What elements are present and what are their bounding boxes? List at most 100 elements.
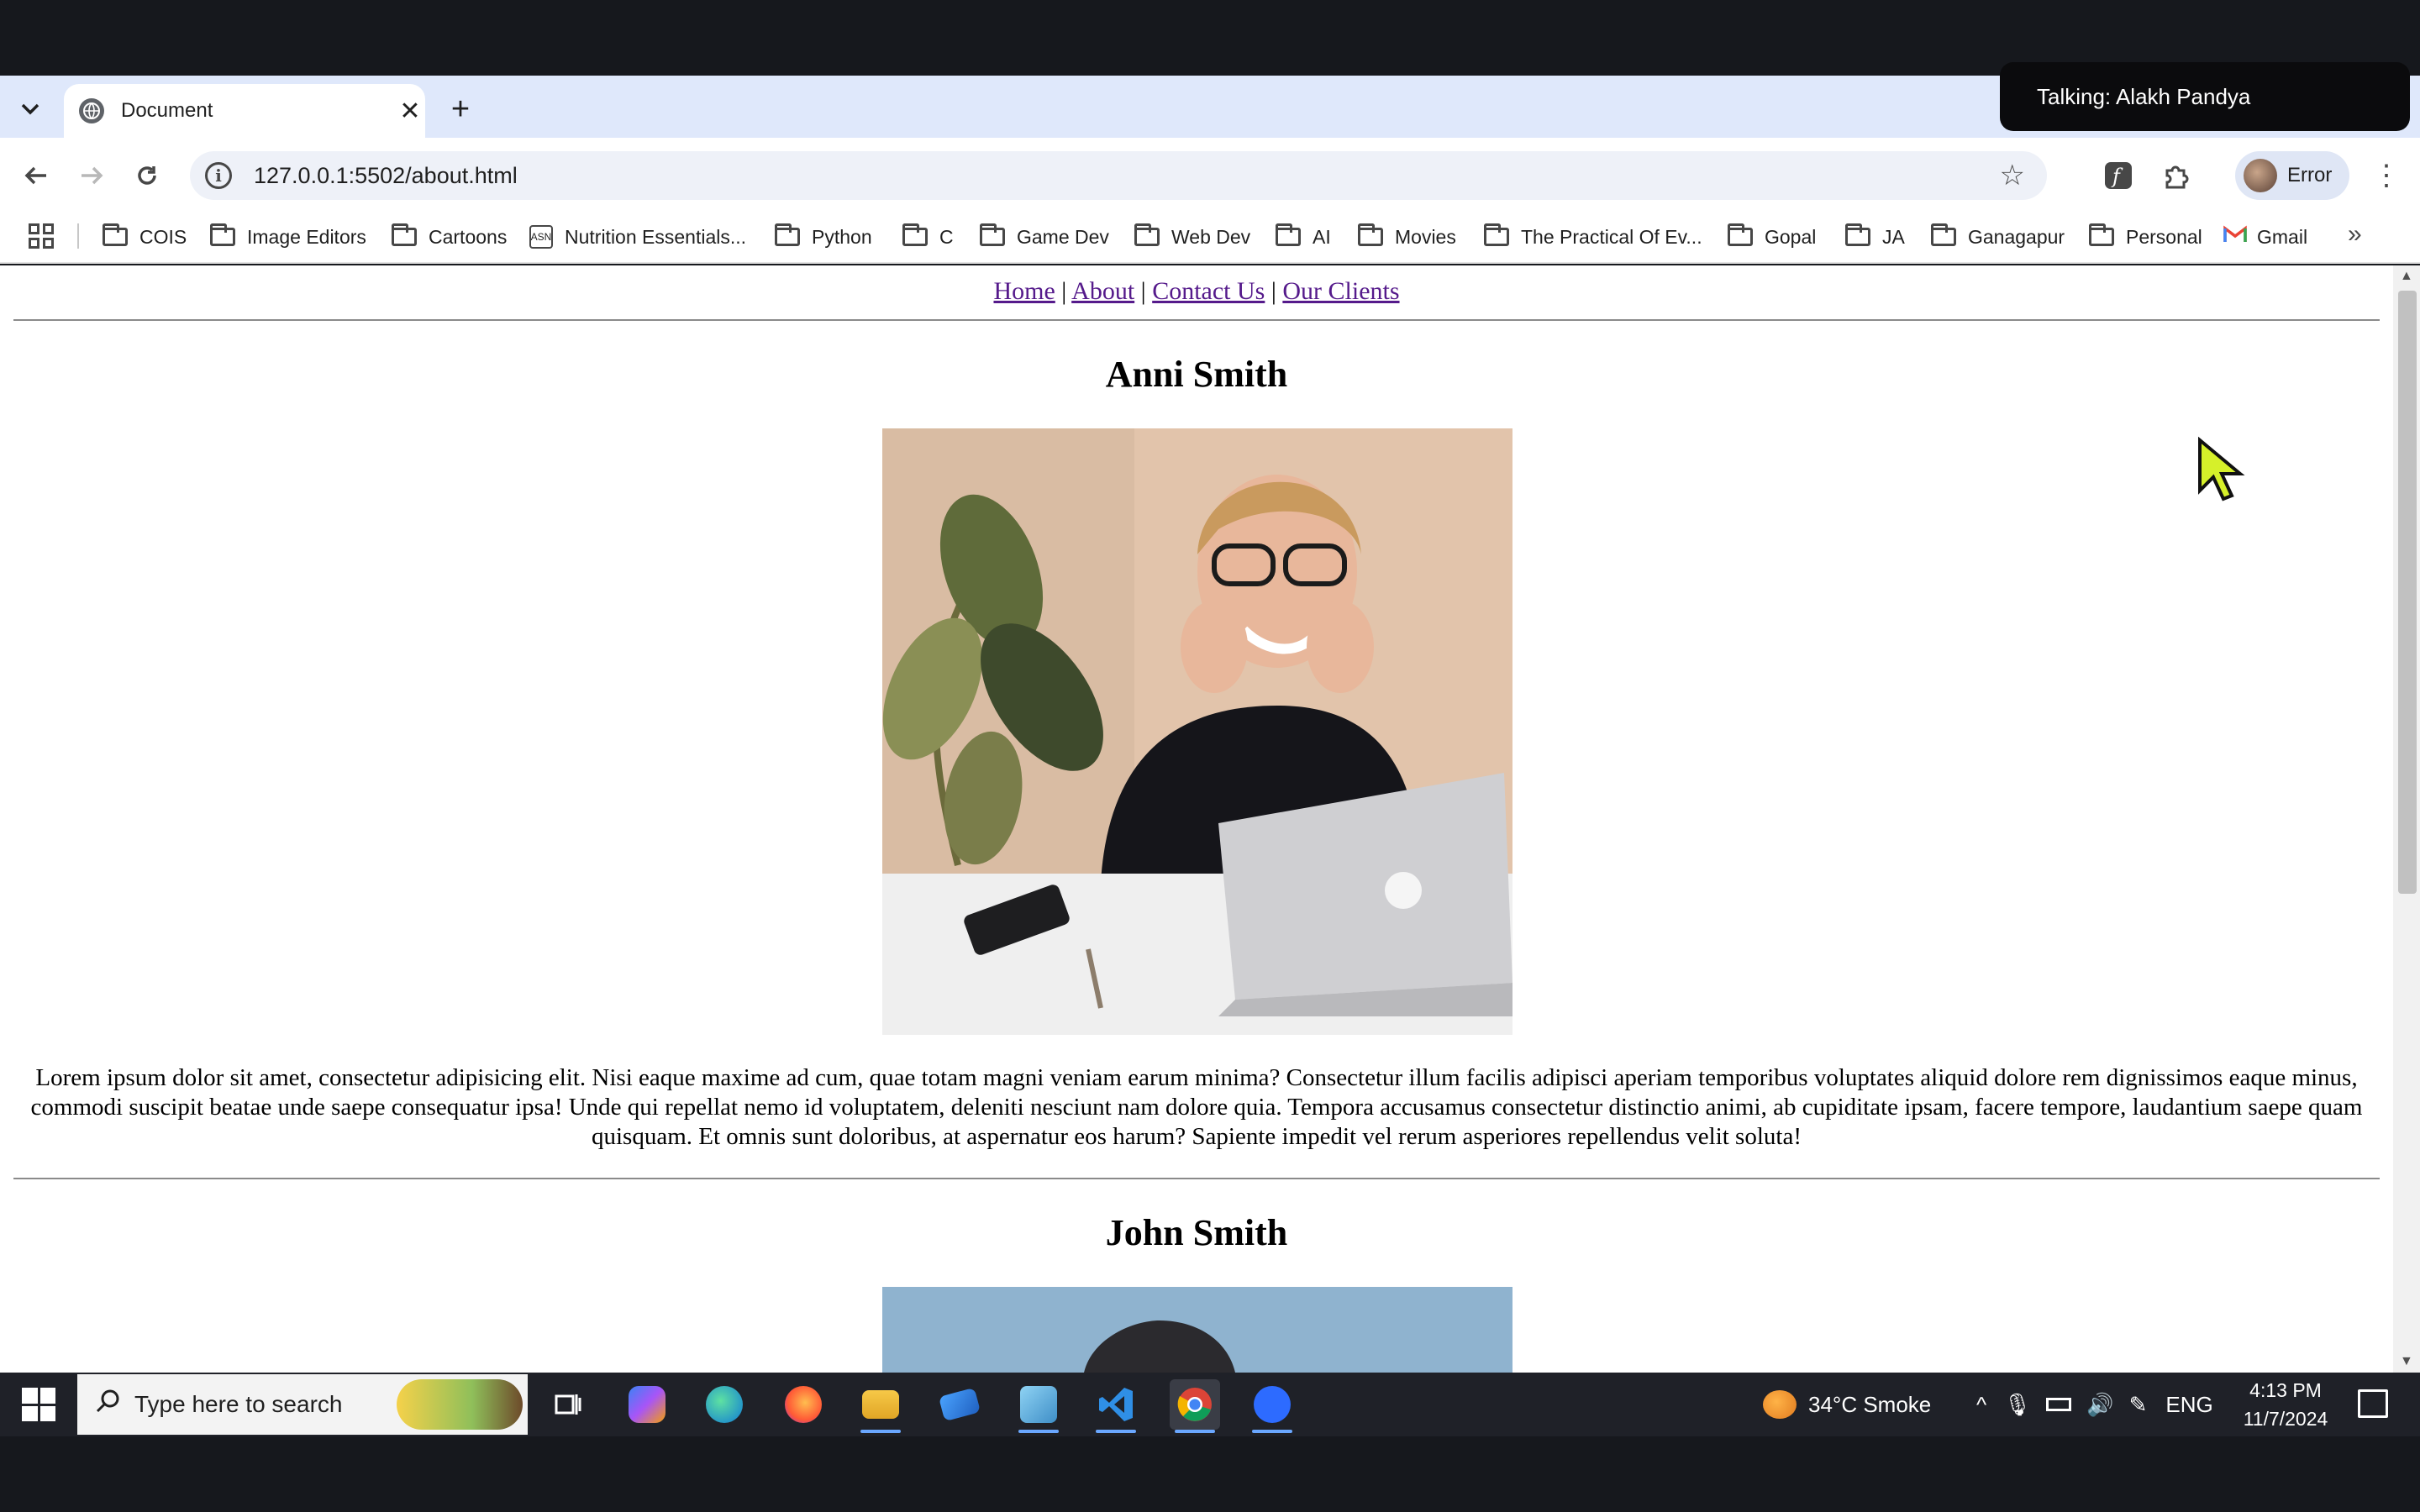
apps-grid-icon[interactable]	[29, 223, 54, 249]
folder-icon	[1276, 223, 1301, 246]
bookmark-folder[interactable]: C	[902, 220, 954, 254]
notification-center-icon[interactable]	[2358, 1389, 2388, 1418]
nav-link-home[interactable]: Home	[993, 277, 1055, 305]
bookmark-label: JA	[1882, 225, 1905, 248]
running-indicator	[1096, 1430, 1136, 1433]
person-bio: Lorem ipsum dolor sit amet, consectetur …	[30, 1064, 2363, 1150]
running-indicator	[860, 1430, 901, 1433]
folder-icon	[2089, 223, 2114, 246]
horizontal-rule	[13, 1178, 2380, 1179]
battery-icon[interactable]	[2046, 1398, 2072, 1411]
bookmark-link[interactable]: ASN Nutrition Essentials...	[529, 220, 746, 254]
file-explorer-icon[interactable]	[855, 1379, 906, 1433]
language-indicator[interactable]: ENG	[2165, 1392, 2212, 1418]
page-scrollbar[interactable]: ▲ ▼	[2393, 265, 2420, 1373]
running-indicator	[1252, 1430, 1292, 1433]
tray-overflow-chevron-icon[interactable]: ^	[1976, 1392, 1986, 1418]
copilot-icon[interactable]	[622, 1379, 672, 1430]
notepad-icon[interactable]	[1013, 1379, 1064, 1433]
bookmark-label: Web Dev	[1171, 225, 1251, 248]
back-arrow-icon[interactable]	[17, 156, 55, 195]
tab-search-chevron-icon[interactable]	[12, 94, 49, 124]
bookmark-link[interactable]: Gmail	[2223, 220, 2307, 254]
folder-icon	[103, 223, 128, 246]
horizontal-rule	[13, 319, 2380, 321]
folder-icon	[210, 223, 235, 246]
bookmark-star-icon[interactable]: ☆	[2000, 159, 2025, 192]
profile-button[interactable]: Error	[2235, 151, 2349, 200]
zoom-icon[interactable]	[1247, 1379, 1297, 1433]
bookmark-folder[interactable]: COIS	[103, 220, 187, 254]
bookmark-folder[interactable]: Game Dev	[980, 220, 1109, 254]
nav-separator: |	[1140, 277, 1146, 305]
forward-arrow-icon[interactable]	[72, 156, 111, 195]
address-bar-url[interactable]: 127.0.0.1:5502/about.html	[254, 163, 518, 189]
speaker-icon[interactable]: 🔊	[2086, 1392, 2113, 1418]
bookmark-label: Image Editors	[247, 225, 366, 248]
mouse-cursor-icon	[2198, 437, 2245, 501]
system-tray: ^ 🎙 🔊 ✎ ENG	[1976, 1386, 2213, 1423]
address-bar[interactable]: i 127.0.0.1:5502/about.html ☆	[190, 151, 2047, 200]
windows-start-icon[interactable]	[22, 1388, 55, 1421]
bookmark-label: Gopal	[1765, 225, 1817, 248]
folder-icon	[1845, 223, 1870, 246]
bookmark-label: COIS	[139, 225, 187, 248]
search-highlight-illustration	[397, 1379, 523, 1430]
folder-icon	[980, 223, 1005, 246]
firefox-icon[interactable]	[778, 1379, 829, 1430]
new-tab-plus-icon[interactable]: +	[442, 91, 479, 128]
vscode-icon[interactable]	[1091, 1379, 1141, 1433]
bookmark-folder[interactable]: Image Editors	[210, 220, 366, 254]
bookmark-label: AI	[1313, 225, 1331, 248]
bookmark-folder[interactable]: Web Dev	[1134, 220, 1250, 254]
globe-icon	[79, 98, 104, 123]
chrome-icon[interactable]	[1170, 1379, 1220, 1433]
screen-bottom-bezel	[0, 1436, 2420, 1512]
scrollbar-thumb[interactable]	[2398, 291, 2417, 894]
weather-smoke-icon	[1763, 1390, 1797, 1419]
nav-separator: |	[1270, 277, 1276, 305]
nav-link-clients[interactable]: Our Clients	[1282, 277, 1399, 305]
bookmark-folder[interactable]: Cartoons	[392, 220, 507, 254]
more-bookmarks-chevron-icon[interactable]: »	[2348, 220, 2362, 249]
person-name-heading: Anni Smith	[1105, 354, 1288, 395]
bookmark-folder[interactable]: Movies	[1358, 220, 1456, 254]
font-extension-icon[interactable]: f	[2099, 156, 2138, 195]
bookmark-folder[interactable]: Gopal	[1728, 220, 1816, 254]
nav-link-contact[interactable]: Contact Us	[1152, 277, 1265, 305]
tab-close-icon[interactable]: ✕	[395, 96, 425, 126]
bookmark-folder[interactable]: AI	[1276, 220, 1331, 254]
folder-icon	[775, 223, 800, 246]
taskbar-search-box[interactable]: Type here to search	[77, 1374, 528, 1435]
taskbar-clock[interactable]: 4:13 PM 11/7/2024	[2235, 1376, 2336, 1433]
folder-icon	[392, 223, 417, 246]
browser-tab[interactable]: Document ✕	[64, 84, 425, 138]
bookmark-label: Game Dev	[1017, 225, 1109, 248]
nav-link-about[interactable]: About	[1071, 277, 1134, 305]
meeting-speaker-toast: Talking: Alakh Pandya	[2000, 62, 2410, 131]
weather-widget[interactable]: 34°C Smoke	[1763, 1386, 1931, 1423]
microphone-icon[interactable]: 🎙	[2003, 1392, 2031, 1418]
pen-icon[interactable]: ✎	[2129, 1392, 2148, 1418]
taskbar-search-placeholder: Type here to search	[134, 1391, 343, 1417]
app-icon[interactable]	[934, 1379, 985, 1430]
person-photo	[882, 428, 1512, 1035]
bookmark-folder[interactable]: Personal	[2089, 220, 2202, 254]
browser-menu-icon[interactable]: ⋮	[2370, 156, 2403, 195]
bookmark-folder[interactable]: Python	[775, 220, 872, 254]
scroll-up-arrow-icon[interactable]: ▲	[2400, 269, 2413, 284]
clock-date: 11/7/2024	[2243, 1408, 2328, 1430]
extensions-puzzle-icon[interactable]	[2156, 156, 2195, 195]
bookmark-folder[interactable]: Ganagapur	[1931, 220, 2065, 254]
reload-icon[interactable]	[128, 156, 166, 195]
bookmark-folder[interactable]: JA	[1845, 220, 1905, 254]
folder-icon	[902, 223, 928, 246]
bookmark-folder[interactable]: The Practical Of Ev...	[1484, 220, 1702, 254]
task-view-icon[interactable]	[543, 1379, 593, 1430]
site-info-icon[interactable]: i	[205, 162, 232, 189]
scroll-down-arrow-icon[interactable]: ▼	[2400, 1354, 2413, 1369]
bookmark-label: Personal	[2126, 225, 2202, 248]
bookmark-label: Python	[812, 225, 872, 248]
edge-browser-icon[interactable]	[699, 1379, 750, 1430]
folder-icon	[1134, 223, 1160, 246]
